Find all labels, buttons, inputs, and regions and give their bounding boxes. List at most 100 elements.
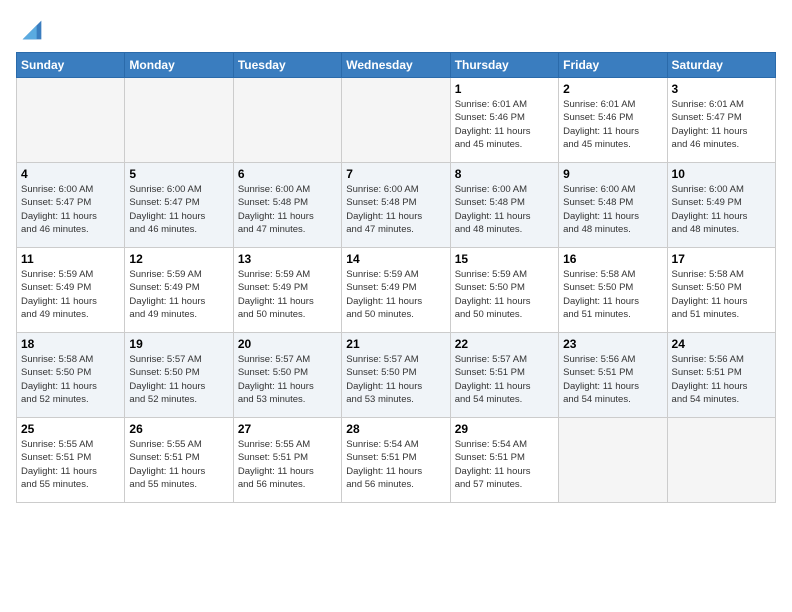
day-info: Sunrise: 6:00 AM Sunset: 5:48 PM Dayligh… bbox=[346, 183, 445, 236]
day-header-friday: Friday bbox=[559, 53, 667, 78]
day-number: 9 bbox=[563, 167, 662, 181]
day-info: Sunrise: 6:01 AM Sunset: 5:47 PM Dayligh… bbox=[672, 98, 771, 151]
day-info: Sunrise: 5:59 AM Sunset: 5:49 PM Dayligh… bbox=[21, 268, 120, 321]
day-cell bbox=[125, 78, 233, 163]
logo-icon bbox=[18, 16, 46, 44]
day-info: Sunrise: 6:00 AM Sunset: 5:47 PM Dayligh… bbox=[21, 183, 120, 236]
week-row-5: 25 Sunrise: 5:55 AM Sunset: 5:51 PM Dayli… bbox=[17, 418, 776, 503]
day-cell: 2 Sunrise: 6:01 AM Sunset: 5:46 PM Daylig… bbox=[559, 78, 667, 163]
day-info: Sunrise: 5:59 AM Sunset: 5:49 PM Dayligh… bbox=[129, 268, 228, 321]
day-header-saturday: Saturday bbox=[667, 53, 775, 78]
day-info: Sunrise: 6:00 AM Sunset: 5:48 PM Dayligh… bbox=[238, 183, 337, 236]
day-cell: 17 Sunrise: 5:58 AM Sunset: 5:50 PM Dayli… bbox=[667, 248, 775, 333]
day-number: 4 bbox=[21, 167, 120, 181]
day-cell bbox=[342, 78, 450, 163]
day-info: Sunrise: 5:58 AM Sunset: 5:50 PM Dayligh… bbox=[672, 268, 771, 321]
day-cell: 19 Sunrise: 5:57 AM Sunset: 5:50 PM Dayli… bbox=[125, 333, 233, 418]
week-row-1: 1 Sunrise: 6:01 AM Sunset: 5:46 PM Daylig… bbox=[17, 78, 776, 163]
day-number: 29 bbox=[455, 422, 554, 436]
day-info: Sunrise: 5:59 AM Sunset: 5:49 PM Dayligh… bbox=[238, 268, 337, 321]
day-info: Sunrise: 5:57 AM Sunset: 5:50 PM Dayligh… bbox=[346, 353, 445, 406]
day-number: 8 bbox=[455, 167, 554, 181]
day-cell: 26 Sunrise: 5:55 AM Sunset: 5:51 PM Dayli… bbox=[125, 418, 233, 503]
logo bbox=[16, 16, 46, 44]
day-cell: 7 Sunrise: 6:00 AM Sunset: 5:48 PM Daylig… bbox=[342, 163, 450, 248]
day-cell: 11 Sunrise: 5:59 AM Sunset: 5:49 PM Dayli… bbox=[17, 248, 125, 333]
day-info: Sunrise: 5:55 AM Sunset: 5:51 PM Dayligh… bbox=[21, 438, 120, 491]
day-cell bbox=[233, 78, 341, 163]
day-number: 13 bbox=[238, 252, 337, 266]
day-info: Sunrise: 5:57 AM Sunset: 5:50 PM Dayligh… bbox=[129, 353, 228, 406]
day-info: Sunrise: 5:55 AM Sunset: 5:51 PM Dayligh… bbox=[129, 438, 228, 491]
day-cell: 16 Sunrise: 5:58 AM Sunset: 5:50 PM Dayli… bbox=[559, 248, 667, 333]
day-number: 15 bbox=[455, 252, 554, 266]
day-cell: 18Sunrise: 5:58 AM Sunset: 5:50 PM Dayli… bbox=[17, 333, 125, 418]
day-cell: 15 Sunrise: 5:59 AM Sunset: 5:50 PM Dayli… bbox=[450, 248, 558, 333]
week-row-2: 4 Sunrise: 6:00 AM Sunset: 5:47 PM Daylig… bbox=[17, 163, 776, 248]
day-info: Sunrise: 6:01 AM Sunset: 5:46 PM Dayligh… bbox=[563, 98, 662, 151]
day-cell: 25 Sunrise: 5:55 AM Sunset: 5:51 PM Dayli… bbox=[17, 418, 125, 503]
day-header-sunday: Sunday bbox=[17, 53, 125, 78]
calendar-table: SundayMondayTuesdayWednesdayThursdayFrid… bbox=[16, 52, 776, 503]
day-cell: 22Sunrise: 5:57 AM Sunset: 5:51 PM Dayli… bbox=[450, 333, 558, 418]
calendar-header-row: SundayMondayTuesdayWednesdayThursdayFrid… bbox=[17, 53, 776, 78]
page-header bbox=[16, 16, 776, 44]
day-number: 25 bbox=[21, 422, 120, 436]
day-info: Sunrise: 6:01 AM Sunset: 5:46 PM Dayligh… bbox=[455, 98, 554, 151]
day-number: 2 bbox=[563, 82, 662, 96]
day-cell: 6 Sunrise: 6:00 AM Sunset: 5:48 PM Daylig… bbox=[233, 163, 341, 248]
day-number: 17 bbox=[672, 252, 771, 266]
day-info: Sunrise: 5:58 AM Sunset: 5:50 PM Dayligh… bbox=[21, 353, 120, 406]
day-number: 22 bbox=[455, 337, 554, 351]
day-info: Sunrise: 5:54 AM Sunset: 5:51 PM Dayligh… bbox=[455, 438, 554, 491]
day-number: 28 bbox=[346, 422, 445, 436]
day-cell: 4 Sunrise: 6:00 AM Sunset: 5:47 PM Daylig… bbox=[17, 163, 125, 248]
day-number: 23 bbox=[563, 337, 662, 351]
day-info: Sunrise: 5:56 AM Sunset: 5:51 PM Dayligh… bbox=[563, 353, 662, 406]
day-number: 16 bbox=[563, 252, 662, 266]
day-info: Sunrise: 5:59 AM Sunset: 5:50 PM Dayligh… bbox=[455, 268, 554, 321]
day-number: 12 bbox=[129, 252, 228, 266]
day-info: Sunrise: 5:56 AM Sunset: 5:51 PM Dayligh… bbox=[672, 353, 771, 406]
day-number: 10 bbox=[672, 167, 771, 181]
day-cell: 20 Sunrise: 5:57 AM Sunset: 5:50 PM Dayli… bbox=[233, 333, 341, 418]
week-row-3: 11 Sunrise: 5:59 AM Sunset: 5:49 PM Dayli… bbox=[17, 248, 776, 333]
day-cell: 10 Sunrise: 6:00 AM Sunset: 5:49 PM Dayli… bbox=[667, 163, 775, 248]
day-number: 11 bbox=[21, 252, 120, 266]
day-cell: 12 Sunrise: 5:59 AM Sunset: 5:49 PM Dayli… bbox=[125, 248, 233, 333]
day-info: Sunrise: 5:59 AM Sunset: 5:49 PM Dayligh… bbox=[346, 268, 445, 321]
day-number: 3 bbox=[672, 82, 771, 96]
day-cell: 3 Sunrise: 6:01 AM Sunset: 5:47 PM Daylig… bbox=[667, 78, 775, 163]
day-cell: 29 Sunrise: 5:54 AM Sunset: 5:51 PM Dayli… bbox=[450, 418, 558, 503]
day-number: 14 bbox=[346, 252, 445, 266]
day-info: Sunrise: 6:00 AM Sunset: 5:49 PM Dayligh… bbox=[672, 183, 771, 236]
day-cell: 24Sunrise: 5:56 AM Sunset: 5:51 PM Dayli… bbox=[667, 333, 775, 418]
day-cell: 13 Sunrise: 5:59 AM Sunset: 5:49 PM Dayli… bbox=[233, 248, 341, 333]
day-cell: 21 Sunrise: 5:57 AM Sunset: 5:50 PM Dayli… bbox=[342, 333, 450, 418]
day-cell: 8Sunrise: 6:00 AM Sunset: 5:48 PM Daylig… bbox=[450, 163, 558, 248]
day-cell: 5Sunrise: 6:00 AM Sunset: 5:47 PM Daylig… bbox=[125, 163, 233, 248]
day-cell: 14 Sunrise: 5:59 AM Sunset: 5:49 PM Dayli… bbox=[342, 248, 450, 333]
day-number: 21 bbox=[346, 337, 445, 351]
day-header-tuesday: Tuesday bbox=[233, 53, 341, 78]
day-number: 20 bbox=[238, 337, 337, 351]
day-info: Sunrise: 5:58 AM Sunset: 5:50 PM Dayligh… bbox=[563, 268, 662, 321]
day-number: 6 bbox=[238, 167, 337, 181]
day-number: 7 bbox=[346, 167, 445, 181]
day-number: 27 bbox=[238, 422, 337, 436]
day-cell bbox=[559, 418, 667, 503]
day-number: 26 bbox=[129, 422, 228, 436]
day-info: Sunrise: 5:57 AM Sunset: 5:50 PM Dayligh… bbox=[238, 353, 337, 406]
day-info: Sunrise: 6:00 AM Sunset: 5:47 PM Dayligh… bbox=[129, 183, 228, 236]
day-number: 19 bbox=[129, 337, 228, 351]
day-cell: 23 Sunrise: 5:56 AM Sunset: 5:51 PM Dayli… bbox=[559, 333, 667, 418]
week-row-4: 18Sunrise: 5:58 AM Sunset: 5:50 PM Dayli… bbox=[17, 333, 776, 418]
day-cell bbox=[17, 78, 125, 163]
day-cell: 28Sunrise: 5:54 AM Sunset: 5:51 PM Dayli… bbox=[342, 418, 450, 503]
day-header-monday: Monday bbox=[125, 53, 233, 78]
day-number: 1 bbox=[455, 82, 554, 96]
day-header-thursday: Thursday bbox=[450, 53, 558, 78]
day-info: Sunrise: 5:55 AM Sunset: 5:51 PM Dayligh… bbox=[238, 438, 337, 491]
day-cell: 9Sunrise: 6:00 AM Sunset: 5:48 PM Daylig… bbox=[559, 163, 667, 248]
day-cell bbox=[667, 418, 775, 503]
